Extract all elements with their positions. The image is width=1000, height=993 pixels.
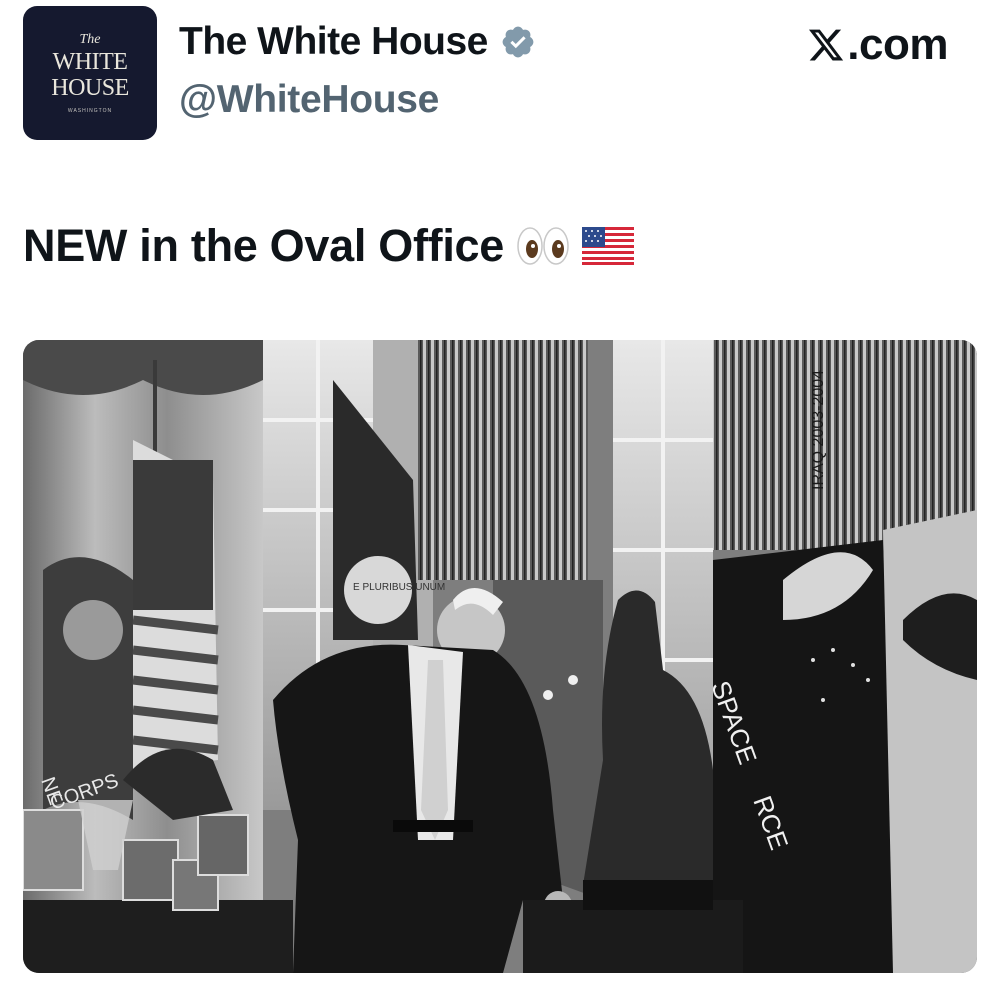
- eagle-motto-text: E PLURIBUS UNUM: [353, 582, 445, 593]
- tweet-body: NEW in the Oval Office: [23, 220, 504, 271]
- avatar-washington: WASHINGTON: [67, 107, 113, 114]
- tweet-text: NEW in the Oval Office: [23, 220, 634, 272]
- display-name[interactable]: The White House: [179, 20, 488, 64]
- statue-table: [523, 900, 743, 973]
- name-row: The White House: [179, 20, 536, 64]
- avatar-house: HOUSE: [51, 74, 129, 101]
- side-desk: [23, 900, 293, 973]
- avatar-the: The: [79, 31, 101, 47]
- streamer-text: IRAQ 2003-2004: [810, 370, 827, 490]
- verified-badge-icon: [502, 26, 534, 58]
- oval-office-photo: NE CORPS E PLURIBUS UNUM IRAQ 2003-2004 …: [23, 340, 977, 973]
- site-label: .com: [807, 20, 948, 70]
- eyes-emoji: [516, 224, 570, 268]
- tweet-photo[interactable]: NE CORPS E PLURIBUS UNUM IRAQ 2003-2004 …: [23, 340, 977, 973]
- avatar-white: WHITE: [52, 48, 128, 75]
- site-text: .com: [847, 20, 948, 69]
- streamers-center: [418, 340, 588, 580]
- us-flag-emoji: [581, 227, 634, 265]
- handle[interactable]: @WhiteHouse: [179, 78, 439, 122]
- right-flag: [883, 510, 977, 973]
- avatar[interactable]: The WHITE HOUSE WASHINGTON: [23, 6, 157, 140]
- x-logo-icon: [809, 29, 844, 61]
